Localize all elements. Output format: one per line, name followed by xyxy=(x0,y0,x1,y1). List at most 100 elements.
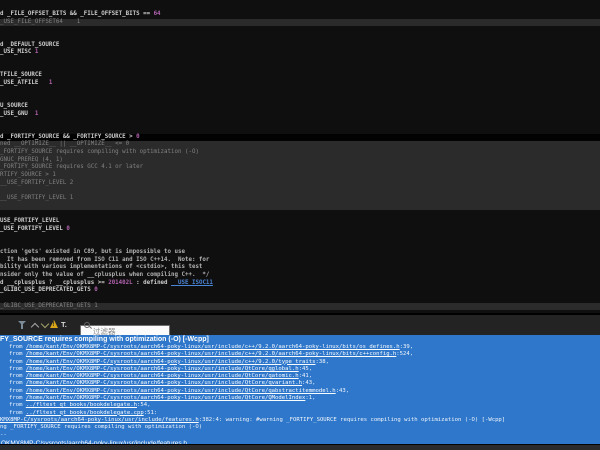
file-link[interactable]: KMX8MP-C/sysroots/aarch64-poky-linux/usr… xyxy=(0,417,199,423)
output-text: :524, xyxy=(396,351,413,357)
code-line: ned __OPTIMIZE__ || __OPTIMIZE__ <= 0 xyxy=(0,141,600,149)
code-line: RTIFY_SOURCE > 1 xyxy=(0,172,600,180)
code-segment: _USE_GNU xyxy=(0,111,35,117)
code-segment: _FORTIFY_SOURCE requires GCC 4.1 or late… xyxy=(0,164,143,170)
code-line: bility with various implementations of <… xyxy=(0,264,600,272)
code-line xyxy=(0,233,600,241)
chevron-up-icon[interactable] xyxy=(31,323,39,331)
output-text: from xyxy=(9,395,26,401)
output-text: :38, xyxy=(315,359,328,365)
symbol-link[interactable]: __USE_ISOC11 xyxy=(171,280,213,286)
code-segment: GNUC_PREREQ (4, 1) xyxy=(0,157,63,163)
output-text: :41, xyxy=(299,373,312,379)
ide-window: d _FILE_OFFSET_BITS && _FILE_OFFSET_BITS… xyxy=(0,0,600,450)
code-segment: : defined xyxy=(133,280,171,286)
horizontal-scrollbar[interactable] xyxy=(0,444,600,450)
output-text: from xyxy=(9,373,26,379)
output-text: from xyxy=(9,410,26,416)
code-line xyxy=(0,95,600,103)
code-line: _USE_MISC 1 xyxy=(0,49,600,57)
code-segment: __USE_FORTIFY_LEVEL 1 xyxy=(0,195,73,201)
compile-output-line: from /home/kant/Env/OKMX8MP-C/sysroots/a… xyxy=(0,351,600,358)
code-segment: __USE_FORTIFY_LEVEL 2 xyxy=(0,180,73,186)
compile-output-line: from /home/kant/Env/OKMX8MP-C/sysroots/a… xyxy=(0,366,600,373)
code-line: _USE_GNU 1 xyxy=(0,111,600,119)
chevron-down-icon[interactable] xyxy=(41,320,49,328)
output-text: :51: xyxy=(144,410,157,416)
output-text: -- xyxy=(0,432,7,438)
code-segment: It has been removed from ISO C11 and ISO… xyxy=(0,257,209,263)
code-segment: _GLIBC_USE_DEPRECATED_GETS 1 xyxy=(0,303,98,309)
code-editor[interactable]: d _FILE_OFFSET_BITS && _FILE_OFFSET_BITS… xyxy=(0,0,600,313)
code-line: __USE_FORTIFY_LEVEL 2 xyxy=(0,180,600,188)
output-pane-toolbar: ! T. xyxy=(0,313,600,335)
code-segment: RTIFY_SOURCE > 1 xyxy=(0,172,56,178)
code-line: _USE_FORTIFY_LEVEL 0 xyxy=(0,226,600,234)
text-filter-icon[interactable]: T. xyxy=(61,320,67,329)
code-line: ction 'gets' existed in C89, but is impo… xyxy=(0,249,600,257)
file-link[interactable]: ../fltest_qt_books/bookdelegate.cpp xyxy=(26,410,144,416)
code-line: nsider only the value of __cplusplus whe… xyxy=(0,272,600,280)
file-link[interactable]: /home/kant/Env/OKMX8MP-C/sysroots/aarch6… xyxy=(26,388,336,394)
code-line: It has been removed from ISO C11 and ISO… xyxy=(0,257,600,265)
output-text: :43, xyxy=(336,388,349,394)
code-line: d _FILE_OFFSET_BITS && _FILE_OFFSET_BITS… xyxy=(0,11,600,19)
file-link[interactable]: ../fltest_qt_books/bookdelegate.h xyxy=(26,402,137,408)
compile-output-line: from /home/kant/Env/OKMX8MP-C/sysroots/a… xyxy=(0,380,600,387)
code-line xyxy=(0,88,600,96)
code-segment: ction 'gets' existed in C89, but is impo… xyxy=(0,249,185,255)
code-line xyxy=(0,203,600,211)
file-link[interactable]: /home/kant/Env/OKMX8MP-C/sysroots/aarch6… xyxy=(26,351,396,357)
file-link[interactable]: /home/kant/Env/OKMX8MP-C/sysroots/aarch6… xyxy=(26,366,299,372)
code-segment: bility with various implementations of <… xyxy=(0,264,202,270)
code-line: _USE_FILE_OFFSET64 1 xyxy=(0,19,600,27)
code-line xyxy=(0,187,600,195)
code-line: GNUC_PREREQ (4, 1) xyxy=(0,157,600,165)
code-line xyxy=(0,126,600,134)
output-text: from xyxy=(9,344,26,350)
code-segment: 201402L xyxy=(108,280,132,286)
file-link[interactable]: /home/kant/Env/OKMX8MP-C/sysroots/aarch6… xyxy=(26,373,299,379)
compile-output-line: from ../fltest_qt_books/bookdelegate.cpp… xyxy=(0,410,600,417)
compile-output-line: ng _FORTIFY_SOURCE requires compiling wi… xyxy=(0,424,600,431)
search-icon xyxy=(84,322,90,328)
code-segment: U_SOURCE xyxy=(0,103,28,109)
code-line xyxy=(0,210,600,218)
code-segment: nsider only the value of __cplusplus whe… xyxy=(0,272,209,278)
compile-output-line: -- xyxy=(0,432,600,439)
compile-output-panel[interactable]: FY_SOURCE requires compiling with optimi… xyxy=(0,335,600,444)
code-line: __USE_FORTIFY_LEVEL 1 xyxy=(0,195,600,203)
code-line: _USE_ATFILE 1 xyxy=(0,80,600,88)
code-line: d __cplusplus ? __cplusplus >= 201402L :… xyxy=(0,280,600,288)
compile-output-line: from /home/kant/Env/OKMX8MP-C/sysroots/a… xyxy=(0,395,600,402)
warning-title: FY_SOURCE requires compiling with optimi… xyxy=(0,336,600,344)
output-text: from xyxy=(9,359,26,365)
file-link[interactable]: /home/kant/Env/OKMX8MP-C/sysroots/aarch6… xyxy=(26,344,400,350)
code-segment: _GLIBC_USE_DEPRECATED_GETS xyxy=(0,287,94,293)
code-segment: _FORTIFY_SOURCE requires compiling with … xyxy=(0,149,199,155)
file-link[interactable]: /home/kant/Env/OKMX8MP-C/sysroots/aarch6… xyxy=(26,380,302,386)
code-segment: 0 xyxy=(66,226,70,232)
output-text: :39, xyxy=(400,344,413,350)
code-line xyxy=(0,118,600,126)
code-segment: _USE_ATFILE xyxy=(0,80,49,86)
warning-exclamation: ! xyxy=(53,322,55,328)
compile-output-line: from /home/kant/Env/OKMX8MP-C/sysroots/a… xyxy=(0,344,600,351)
output-text: FY_SOURCE requires compiling with optimi… xyxy=(0,336,209,343)
file-link[interactable]: /home/kant/Env/OKMX8MP-C/sysroots/aarch6… xyxy=(26,359,316,365)
code-line: d _FORTIFY_SOURCE && _FORTIFY_SOURCE > 0 xyxy=(0,134,600,142)
code-line: _GLIBC_USE_DEPRECATED_GETS 0 xyxy=(0,287,600,295)
code-segment: d _FILE_OFFSET_BITS && _FILE_OFFSET_BITS… xyxy=(0,11,154,17)
code-line xyxy=(0,34,600,42)
compile-output-line: from /home/kant/Env/OKMX8MP-C/sysroots/a… xyxy=(0,359,600,366)
output-text: :1, xyxy=(305,395,315,401)
warning-triangle-icon[interactable]: ! xyxy=(50,320,58,328)
code-line: _FORTIFY_SOURCE requires GCC 4.1 or late… xyxy=(0,164,600,172)
funnel-icon[interactable] xyxy=(18,321,27,330)
code-segment: 1 xyxy=(49,80,53,86)
file-link[interactable]: /home/kant/Env/OKMX8MP-C/sysroots/aarch6… xyxy=(26,395,306,401)
code-line: _FORTIFY_SOURCE requires compiling with … xyxy=(0,149,600,157)
code-line xyxy=(0,295,600,303)
code-segment: d __cplusplus ? __cplusplus >= xyxy=(0,280,108,286)
code-segment: 0 xyxy=(94,287,98,293)
